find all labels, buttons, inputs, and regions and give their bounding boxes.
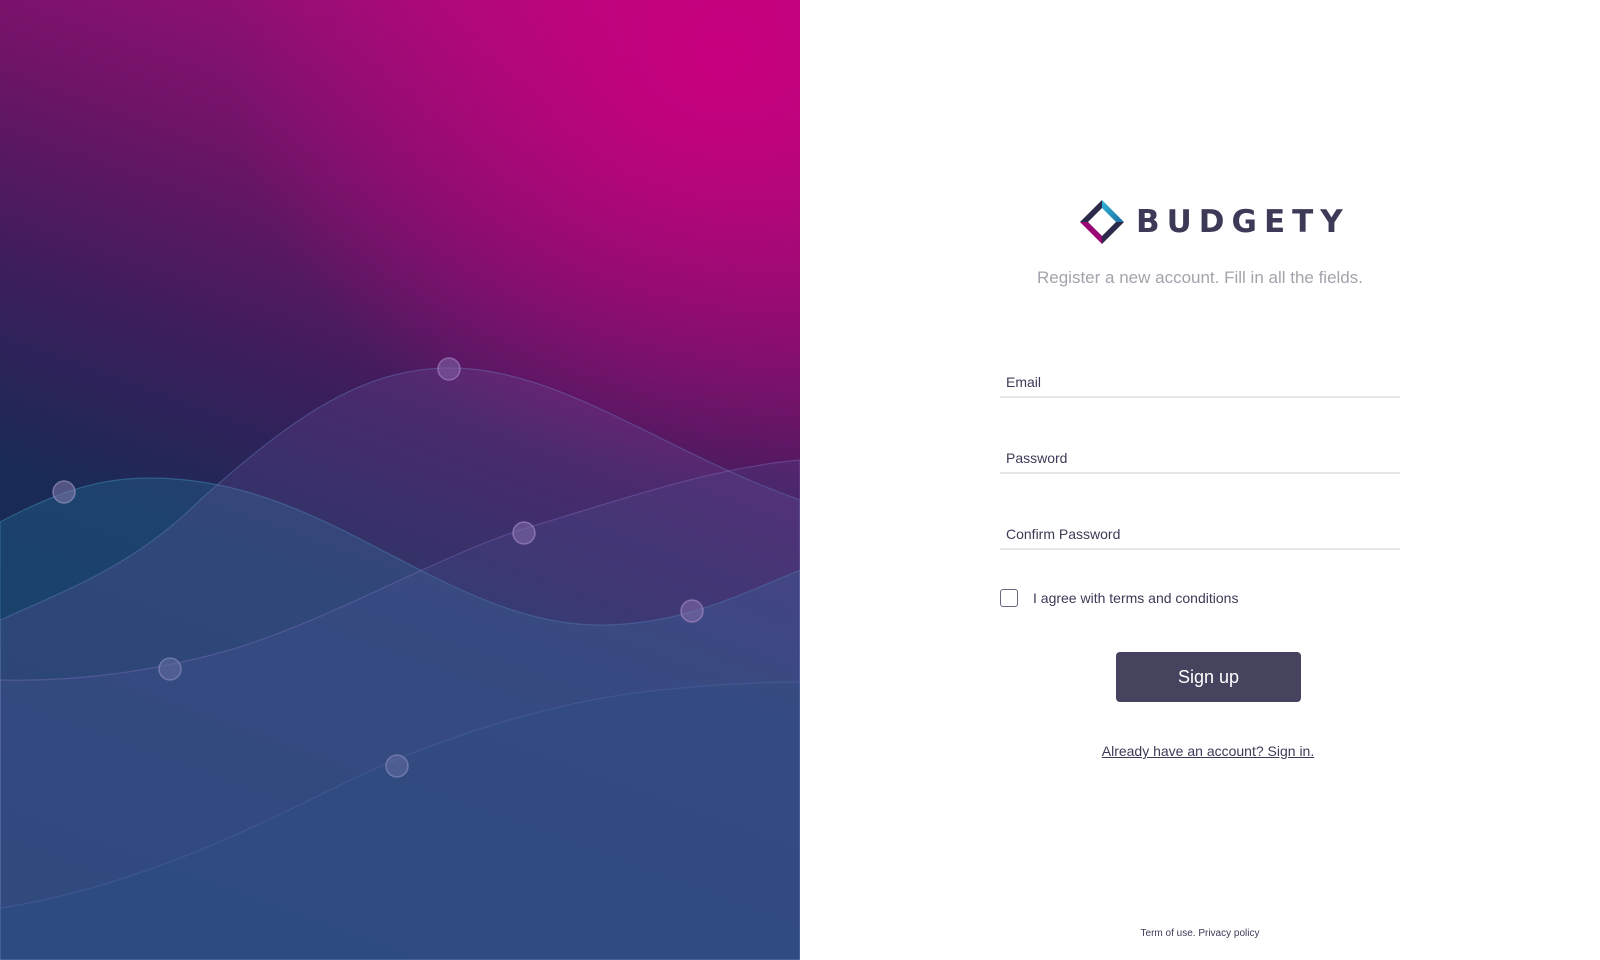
signin-link[interactable]: Already have an account? Sign in.	[800, 743, 1600, 759]
password-field[interactable]	[1000, 430, 1400, 472]
confirm-password-field[interactable]	[1000, 506, 1400, 548]
wave-node-dot	[385, 754, 409, 778]
terms-checkbox-label[interactable]: I agree with terms and conditions	[1033, 590, 1238, 606]
terms-checkbox[interactable]	[1000, 589, 1018, 607]
footer: Term of use. Privacy policy	[800, 928, 1600, 939]
wave-node-dot	[52, 480, 76, 504]
signup-button[interactable]: Sign up	[1116, 652, 1301, 702]
brand-name: BUDGETY	[1136, 204, 1350, 240]
brand: BUDGETY	[1078, 198, 1350, 246]
wave-node-dot	[680, 599, 704, 623]
email-field[interactable]	[1000, 354, 1400, 396]
wave-node-dot	[512, 521, 536, 545]
privacy-policy-link[interactable]: Privacy policy	[1198, 928, 1259, 939]
diamond-logo-icon	[1080, 200, 1124, 244]
terms-of-use-link[interactable]: Term of use.	[1141, 928, 1196, 939]
terms-agreement[interactable]: I agree with terms and conditions	[1000, 589, 1238, 607]
hero-illustration	[0, 0, 800, 960]
page-subtitle: Register a new account. Fill in all the …	[1037, 268, 1363, 287]
email-field-wrapper	[1000, 354, 1400, 398]
password-field-wrapper	[1000, 430, 1400, 474]
register-panel: BUDGETY Register a new account. Fill in …	[800, 0, 1600, 960]
wave-node-dot	[437, 357, 461, 381]
confirm-password-field-wrapper	[1000, 506, 1400, 550]
wave-graphic	[0, 357, 800, 960]
signup-page: BUDGETY Register a new account. Fill in …	[0, 0, 1600, 960]
wave-node-dot	[158, 657, 182, 681]
